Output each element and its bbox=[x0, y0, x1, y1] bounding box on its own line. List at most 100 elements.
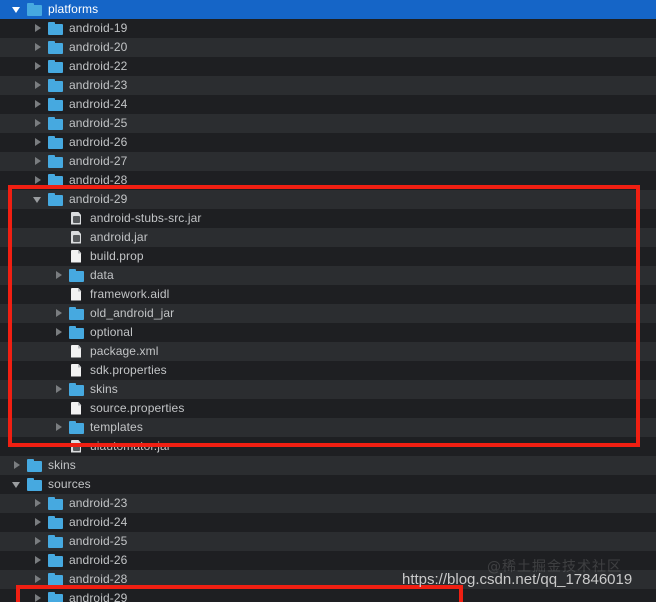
folder-icon bbox=[48, 572, 64, 588]
chevron-right-icon[interactable] bbox=[33, 498, 44, 509]
tree-row-label: uiautomator.jar bbox=[90, 439, 171, 453]
tree-row[interactable]: android-stubs-src.jar bbox=[0, 209, 656, 228]
tree-row[interactable]: android-19 bbox=[0, 19, 656, 38]
folder-icon bbox=[48, 135, 64, 151]
chevron-right-icon[interactable] bbox=[54, 384, 65, 395]
tree-row-label: old_android_jar bbox=[90, 306, 175, 320]
folder-icon bbox=[69, 420, 85, 436]
folder-icon bbox=[48, 40, 64, 56]
file-icon bbox=[69, 249, 85, 265]
tree-row-label: android-23 bbox=[69, 496, 128, 510]
chevron-right-icon[interactable] bbox=[12, 460, 23, 471]
tree-row[interactable]: optional bbox=[0, 323, 656, 342]
chevron-down-icon[interactable] bbox=[12, 479, 23, 490]
chevron-right-icon[interactable] bbox=[54, 422, 65, 433]
chevron-right-icon[interactable] bbox=[33, 137, 44, 148]
tree-row[interactable]: sdk.properties bbox=[0, 361, 656, 380]
file-icon bbox=[69, 287, 85, 303]
tree-row-label: android-20 bbox=[69, 40, 128, 54]
tree-row-label: android-25 bbox=[69, 116, 128, 130]
chevron-right-icon[interactable] bbox=[33, 80, 44, 91]
tree-row[interactable]: android-23 bbox=[0, 76, 656, 95]
tree-arrow-placeholder bbox=[54, 251, 65, 262]
tree-row-label: android-26 bbox=[69, 553, 128, 567]
folder-icon bbox=[48, 553, 64, 569]
tree-row[interactable]: android.jar bbox=[0, 228, 656, 247]
tree-row-label: android-stubs-src.jar bbox=[90, 211, 202, 225]
tree-row[interactable]: android-23 bbox=[0, 494, 656, 513]
chevron-right-icon[interactable] bbox=[54, 327, 65, 338]
file-tree-window: platforms android-19 android-20 android-22 a… bbox=[0, 0, 656, 602]
tree-row-label: build.prop bbox=[90, 249, 144, 263]
chevron-right-icon[interactable] bbox=[33, 118, 44, 129]
tree-row[interactable]: android-28 bbox=[0, 171, 656, 190]
file-icon bbox=[69, 363, 85, 379]
chevron-down-icon[interactable] bbox=[12, 4, 23, 15]
tree-row[interactable]: android-24 bbox=[0, 95, 656, 114]
folder-icon bbox=[48, 78, 64, 94]
tree-row[interactable]: old_android_jar bbox=[0, 304, 656, 323]
tree-row[interactable]: android-29 bbox=[0, 589, 656, 602]
tree-row-label: android-28 bbox=[69, 173, 128, 187]
chevron-right-icon[interactable] bbox=[33, 536, 44, 547]
tree-row[interactable]: platforms bbox=[0, 0, 656, 19]
tree-row[interactable]: android-22 bbox=[0, 57, 656, 76]
tree-row[interactable]: android-27 bbox=[0, 152, 656, 171]
tree-row[interactable]: templates bbox=[0, 418, 656, 437]
tree-row[interactable]: android-20 bbox=[0, 38, 656, 57]
tree-row[interactable]: android-26 bbox=[0, 551, 656, 570]
folder-icon bbox=[48, 173, 64, 189]
tree-row[interactable]: sources bbox=[0, 475, 656, 494]
tree-row[interactable]: data bbox=[0, 266, 656, 285]
chevron-right-icon[interactable] bbox=[33, 574, 44, 585]
jar-icon bbox=[69, 230, 85, 246]
chevron-right-icon[interactable] bbox=[33, 23, 44, 34]
chevron-right-icon[interactable] bbox=[33, 517, 44, 528]
folder-icon bbox=[48, 154, 64, 170]
tree-row-label: skins bbox=[48, 458, 76, 472]
folder-icon bbox=[69, 325, 85, 341]
folder-icon bbox=[48, 534, 64, 550]
tree-row-label: android-24 bbox=[69, 515, 128, 529]
file-tree[interactable]: platforms android-19 android-20 android-22 a… bbox=[0, 0, 656, 602]
tree-row[interactable]: build.prop bbox=[0, 247, 656, 266]
tree-row[interactable]: source.properties bbox=[0, 399, 656, 418]
chevron-right-icon[interactable] bbox=[33, 555, 44, 566]
chevron-right-icon[interactable] bbox=[33, 42, 44, 53]
tree-row[interactable]: android-25 bbox=[0, 114, 656, 133]
tree-row-label: android-29 bbox=[69, 591, 128, 602]
tree-row[interactable]: android-26 bbox=[0, 133, 656, 152]
tree-row[interactable]: android-24 bbox=[0, 513, 656, 532]
file-icon bbox=[69, 401, 85, 417]
tree-arrow-placeholder bbox=[54, 213, 65, 224]
tree-row[interactable]: android-28 bbox=[0, 570, 656, 589]
tree-row-label: sources bbox=[48, 477, 91, 491]
tree-row[interactable]: skins bbox=[0, 380, 656, 399]
chevron-right-icon[interactable] bbox=[33, 61, 44, 72]
chevron-right-icon[interactable] bbox=[54, 270, 65, 281]
tree-row[interactable]: android-25 bbox=[0, 532, 656, 551]
tree-row-label: optional bbox=[90, 325, 133, 339]
tree-row-label: source.properties bbox=[90, 401, 185, 415]
tree-row-label: android-25 bbox=[69, 534, 128, 548]
jar-icon bbox=[69, 439, 85, 455]
chevron-right-icon[interactable] bbox=[33, 593, 44, 602]
tree-row[interactable]: framework.aidl bbox=[0, 285, 656, 304]
tree-row-label: android-23 bbox=[69, 78, 128, 92]
file-icon bbox=[69, 344, 85, 360]
chevron-right-icon[interactable] bbox=[33, 175, 44, 186]
folder-icon bbox=[48, 591, 64, 602]
tree-row-label: android.jar bbox=[90, 230, 148, 244]
chevron-right-icon[interactable] bbox=[54, 308, 65, 319]
tree-row-label: templates bbox=[90, 420, 143, 434]
tree-row-label: framework.aidl bbox=[90, 287, 170, 301]
chevron-right-icon[interactable] bbox=[33, 99, 44, 110]
chevron-down-icon[interactable] bbox=[33, 194, 44, 205]
tree-row[interactable]: skins bbox=[0, 456, 656, 475]
folder-icon bbox=[48, 496, 64, 512]
tree-row[interactable]: android-29 bbox=[0, 190, 656, 209]
tree-row[interactable]: uiautomator.jar bbox=[0, 437, 656, 456]
tree-row-label: android-27 bbox=[69, 154, 128, 168]
tree-row[interactable]: package.xml bbox=[0, 342, 656, 361]
chevron-right-icon[interactable] bbox=[33, 156, 44, 167]
